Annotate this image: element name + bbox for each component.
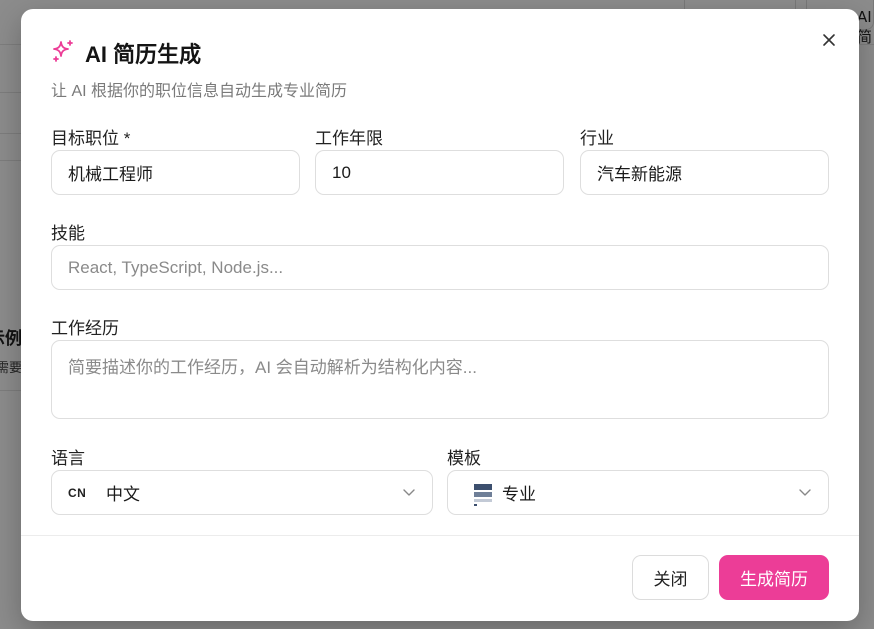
close-button[interactable]: 关闭	[632, 555, 709, 600]
years-input[interactable]: 10	[315, 150, 564, 195]
industry-input[interactable]: 汽车新能源	[580, 150, 829, 195]
template-thumbnail-icon	[474, 479, 492, 507]
experience-label: 工作经历	[51, 319, 119, 338]
template-label: 模板	[447, 449, 481, 468]
language-select[interactable]: CN 中文	[51, 470, 433, 515]
close-icon[interactable]	[818, 29, 840, 51]
skills-input[interactable]: React, TypeScript, Node.js...	[51, 245, 829, 290]
ai-resume-dialog: AI 简历生成 让 AI 根据你的职位信息自动生成专业简历 目标职位 * 机械工…	[21, 9, 859, 621]
language-label: 语言	[51, 449, 85, 468]
generate-resume-button[interactable]: 生成简历	[719, 555, 829, 600]
footer-divider	[21, 535, 859, 536]
industry-label: 行业	[580, 129, 614, 148]
chevron-down-icon	[799, 489, 811, 496]
dialog-subtitle: 让 AI 根据你的职位信息自动生成专业简历	[51, 83, 348, 100]
years-label: 工作年限	[315, 129, 383, 148]
experience-textarea[interactable]: 简要描述你的工作经历，AI 会自动解析为结构化内容...	[51, 340, 829, 419]
target-position-input[interactable]: 机械工程师	[51, 150, 300, 195]
skills-label: 技能	[51, 224, 85, 243]
language-flag-badge: CN	[68, 485, 87, 500]
dialog-title: AI 简历生成	[85, 42, 202, 67]
template-select[interactable]: 专业	[447, 470, 829, 515]
dialog-header: AI 简历生成	[51, 38, 201, 68]
template-selected-value: 专业	[502, 485, 536, 504]
sparkles-icon	[51, 39, 75, 67]
chevron-down-icon	[403, 489, 415, 496]
target-position-label: 目标职位 *	[51, 129, 131, 148]
language-selected-value: 中文	[106, 485, 140, 504]
